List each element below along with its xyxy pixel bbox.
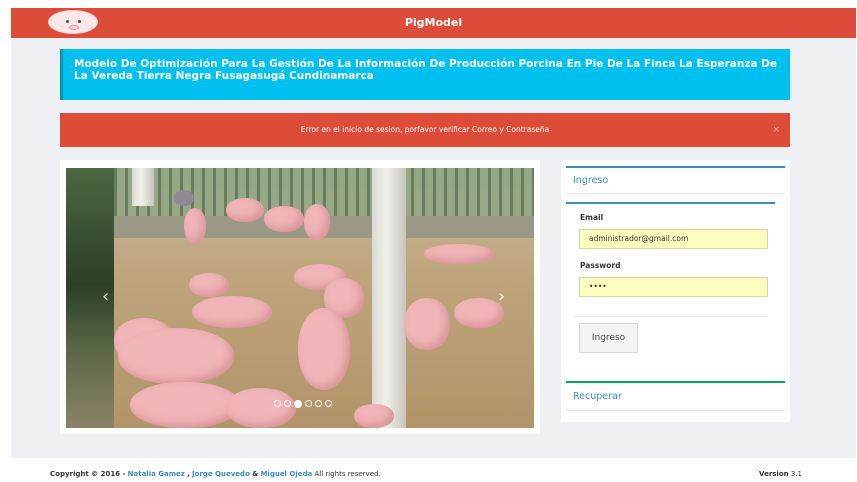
carousel-next-icon[interactable]: › [498,286,505,307]
pig-farm-photo [114,168,534,428]
version-label: Version [759,470,789,478]
carousel-indicator[interactable] [305,400,312,407]
email-field[interactable]: administrador@gmail.com [579,229,768,249]
rights-text: All rights reserved. [314,470,381,478]
password-label: Password [580,261,621,270]
version-value: 3.1 [790,470,802,478]
version-info: Version 3.1 [759,470,802,478]
image-carousel: ‹ › [66,168,534,428]
carousel-box: ‹ › [60,160,540,434]
author-link[interactable]: Natalia Gamez [128,470,185,478]
login-panel: Ingreso Email administrador@gmail.com Pa… [561,160,790,422]
author-link[interactable]: Jorge Quevedo [192,470,250,478]
email-label: Email [580,213,604,222]
page-title: Modelo De Optimización Para La Gestión D… [60,49,790,100]
login-header[interactable]: Ingreso [566,166,785,194]
password-field[interactable]: •••• [579,277,768,297]
close-icon[interactable]: × [772,113,780,147]
page-wrapper: PigModel Modelo De Optimización Para La … [11,8,856,458]
alert-message: Error en el inicio de sesion, porfavor v… [300,125,550,134]
footer: Copyright © 2016 - Natalia Gamez , Jorge… [50,470,802,478]
copyright-text: Copyright © 2016 - [50,470,126,478]
author-link[interactable]: Miguel Ojeda [260,470,312,478]
carousel-indicators [274,399,332,408]
login-button[interactable]: Ingreso [579,323,638,353]
login-form-body: Email administrador@gmail.com Password •… [566,204,775,314]
carousel-indicator[interactable] [315,400,322,407]
login-form-footer: Ingreso [573,316,768,360]
brand-title[interactable]: PigModel [11,16,856,29]
author-separator: , [187,470,190,478]
error-alert: Error en el inicio de sesion, porfavor v… [60,113,790,147]
carousel-indicator-active[interactable] [294,399,302,408]
top-navbar: PigModel [11,8,856,38]
carousel-prev-icon[interactable]: ‹ [102,286,109,307]
carousel-indicator[interactable] [274,400,281,407]
login-form: Email administrador@gmail.com Password •… [566,202,775,358]
carousel-indicator[interactable] [325,400,332,407]
author-separator: & [252,470,259,478]
carousel-indicator[interactable] [284,400,291,407]
recover-header[interactable]: Recuperar [566,381,785,411]
